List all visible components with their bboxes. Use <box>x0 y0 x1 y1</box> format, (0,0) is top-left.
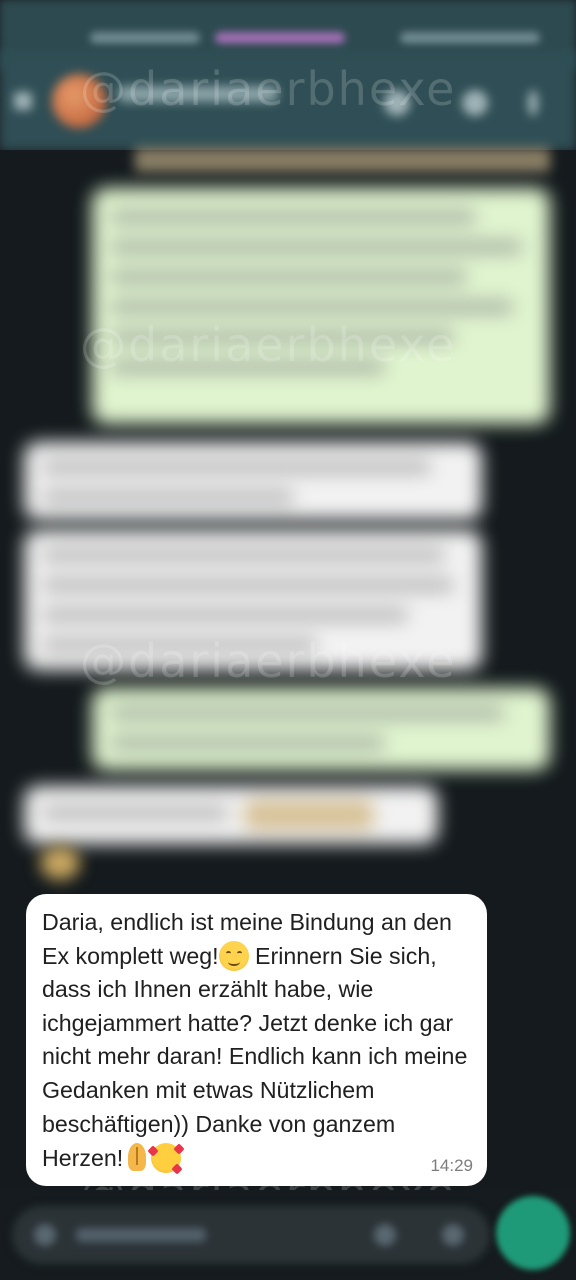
smiling-face-emoji-icon <box>218 940 249 971</box>
back-arrow-icon[interactable] <box>14 92 32 110</box>
blurred-outgoing-message <box>92 188 550 424</box>
blurred-incoming-message <box>24 442 482 520</box>
microphone-button[interactable] <box>496 1196 570 1270</box>
status-item <box>215 32 345 44</box>
status-item <box>90 32 200 44</box>
highlighted-message[interactable]: Daria, endlich ist meine Bindung an den … <box>26 894 487 1186</box>
blurred-emoji-row <box>244 800 374 830</box>
watermark-text: @dariaerbhexe <box>80 62 457 116</box>
blurred-incoming-message <box>24 786 438 844</box>
status-item <box>400 32 540 44</box>
menu-dots-icon[interactable] <box>528 90 538 116</box>
blurred-reaction <box>40 846 80 880</box>
watermark-text: @dariaerbhexe <box>80 318 457 372</box>
camera-icon[interactable] <box>442 1224 464 1246</box>
blurred-image-strip <box>135 148 550 172</box>
emoji-icon[interactable] <box>34 1224 56 1246</box>
watermark-text: @dariaerbhexe <box>80 634 457 688</box>
message-input[interactable] <box>12 1206 490 1264</box>
input-placeholder <box>76 1228 206 1242</box>
phone-call-icon[interactable] <box>462 90 488 116</box>
message-text: Daria, endlich ist meine Bindung an den … <box>42 906 473 1176</box>
attach-icon[interactable] <box>374 1224 396 1246</box>
blurred-outgoing-message <box>92 688 550 770</box>
